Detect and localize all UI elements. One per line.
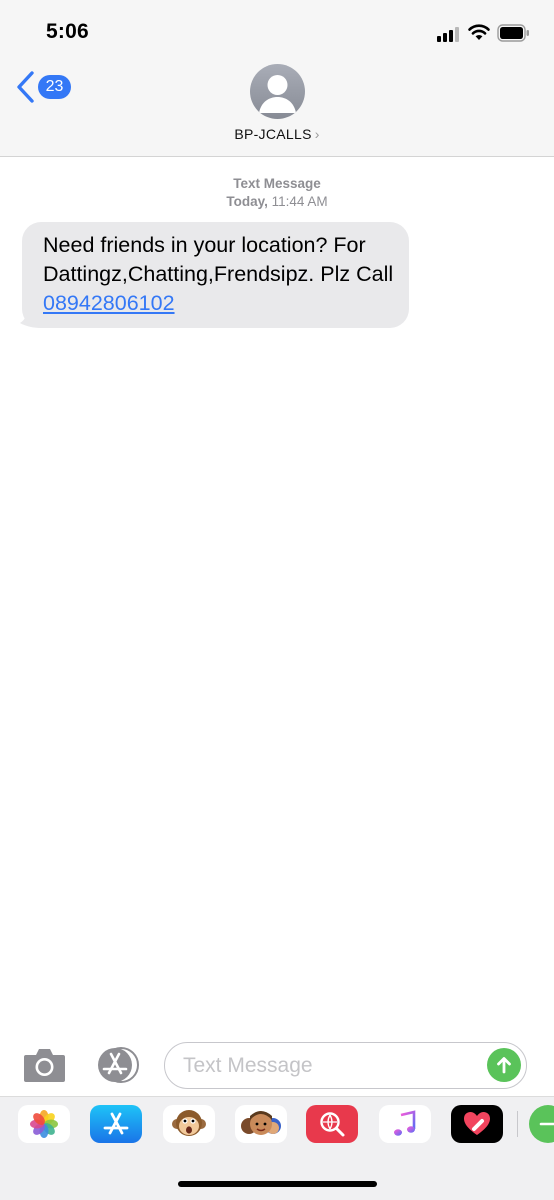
digital-touch-app-button[interactable] — [451, 1105, 503, 1143]
animoji-app-button[interactable] — [163, 1105, 215, 1143]
more-apps-icon — [539, 1122, 554, 1126]
send-button[interactable] — [487, 1048, 521, 1082]
app-store-app-button[interactable] — [90, 1105, 142, 1143]
back-button[interactable]: 23 — [14, 70, 74, 104]
contact-name: BP-JCALLS — [234, 126, 312, 142]
contact-name-button[interactable]: BP-JCALLS › — [0, 126, 554, 142]
timestamp-day: Today, — [226, 194, 268, 209]
chevron-right-icon: › — [314, 126, 320, 142]
status-bar: 5:06 — [0, 0, 554, 62]
message-timestamp: Text Message Today, 11:44 AM — [0, 175, 554, 211]
photos-app-button[interactable] — [18, 1105, 70, 1143]
digital-touch-heart-icon — [464, 1112, 490, 1135]
music-app-button[interactable] — [379, 1105, 431, 1143]
chevron-left-icon — [17, 71, 34, 103]
drawer-divider — [517, 1111, 518, 1137]
camera-icon[interactable] — [23, 1046, 66, 1082]
app-store-button[interactable] — [94, 1046, 142, 1084]
unread-count-badge: 23 — [38, 75, 71, 99]
timestamp-label: Text Message — [233, 176, 321, 191]
message-input[interactable] — [183, 1052, 473, 1080]
music-icon — [394, 1110, 416, 1136]
battery-icon — [497, 24, 529, 42]
image-search-app-button[interactable] — [306, 1105, 358, 1143]
status-time: 5:06 — [46, 20, 89, 43]
message-compose-field[interactable] — [164, 1042, 527, 1089]
memoji-app-button[interactable] — [235, 1105, 287, 1143]
contact-avatar[interactable] — [250, 64, 305, 119]
message-row: Need friends in your location? For Datti… — [20, 222, 409, 328]
message-text: Need friends in your location? For Datti… — [43, 233, 394, 286]
animoji-monkey-icon — [172, 1110, 206, 1136]
photos-icon — [30, 1110, 58, 1138]
incoming-message-bubble[interactable]: Need friends in your location? For Datti… — [22, 222, 409, 328]
timestamp-time: 11:44 AM — [271, 194, 328, 209]
memoji-icon — [241, 1111, 281, 1135]
home-indicator[interactable] — [178, 1181, 377, 1187]
cellular-signal-icon — [437, 26, 461, 42]
send-arrow-up-icon — [497, 1057, 511, 1074]
app-store-icon — [103, 1112, 129, 1135]
phone-number-link[interactable]: 08942806102 — [43, 291, 175, 315]
person-silhouette-icon — [259, 75, 296, 113]
wifi-icon — [468, 24, 490, 40]
more-apps-button[interactable] — [529, 1105, 554, 1143]
image-search-icon — [320, 1112, 345, 1137]
conversation-header: 23 BP-JCALLS › — [0, 62, 554, 157]
